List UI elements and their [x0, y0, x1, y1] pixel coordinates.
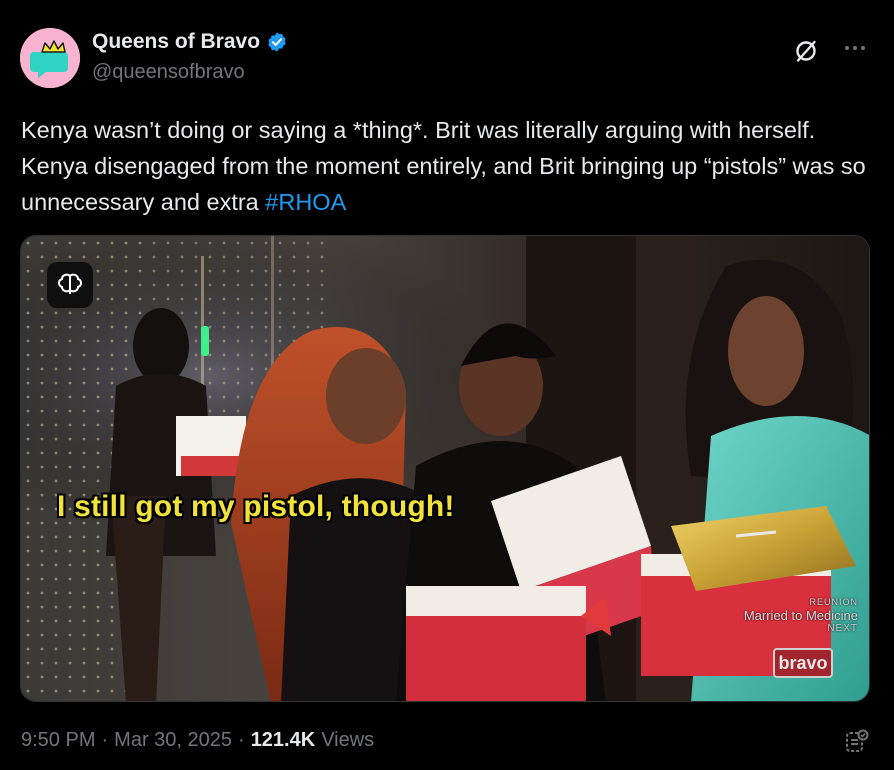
author-handle[interactable]: @queensofbravo [92, 61, 245, 84]
verified-badge-icon [268, 32, 286, 52]
promo-bottom: NEXT [827, 623, 858, 634]
analytics-icon [846, 729, 869, 752]
post-analytics-button[interactable] [842, 726, 872, 756]
meta-separator: · [101, 729, 109, 751]
media-image[interactable]: I still got my pistol, though! REUNION M… [20, 235, 870, 702]
video-subtitle: I still got my pistol, though! [57, 490, 455, 523]
author-display-name[interactable]: Queens of Bravo [92, 30, 260, 54]
tweet-body: Kenya wasn’t doing or saying a *thing*. … [21, 117, 866, 215]
avatar[interactable] [20, 28, 80, 88]
tweet-text: Kenya wasn’t doing or saying a *thing*. … [21, 112, 881, 220]
crown-chat-bubble-icon [20, 28, 80, 88]
show-promo: REUNION Married to Medicine NEXT [698, 596, 858, 635]
author-name-row[interactable]: Queens of Bravo [92, 30, 288, 54]
views-count: 121.4K [250, 729, 316, 751]
tweet-date[interactable]: Mar 30, 2025 [114, 729, 232, 752]
brain-icon [57, 273, 83, 294]
promo-show: Married to Medicine [743, 608, 858, 623]
grok-icon [796, 40, 816, 62]
tweet-meta: 9:50 PM · Mar 30, 2025 · 121.4K Views [21, 729, 374, 752]
meta-separator: · [238, 729, 245, 751]
views-label: Views [321, 729, 375, 751]
tweet: Queens of Bravo @queensofbravo Kenya was… [0, 0, 894, 770]
more-options-button[interactable] [840, 36, 870, 60]
media-badge[interactable] [47, 262, 93, 308]
more-dots-icon [845, 46, 865, 50]
grok-button[interactable] [791, 36, 821, 66]
network-logo: bravo [773, 648, 833, 678]
tweet-time[interactable]: 9:50 PM [21, 729, 95, 752]
hashtag-link[interactable]: #RHOA [265, 189, 346, 215]
